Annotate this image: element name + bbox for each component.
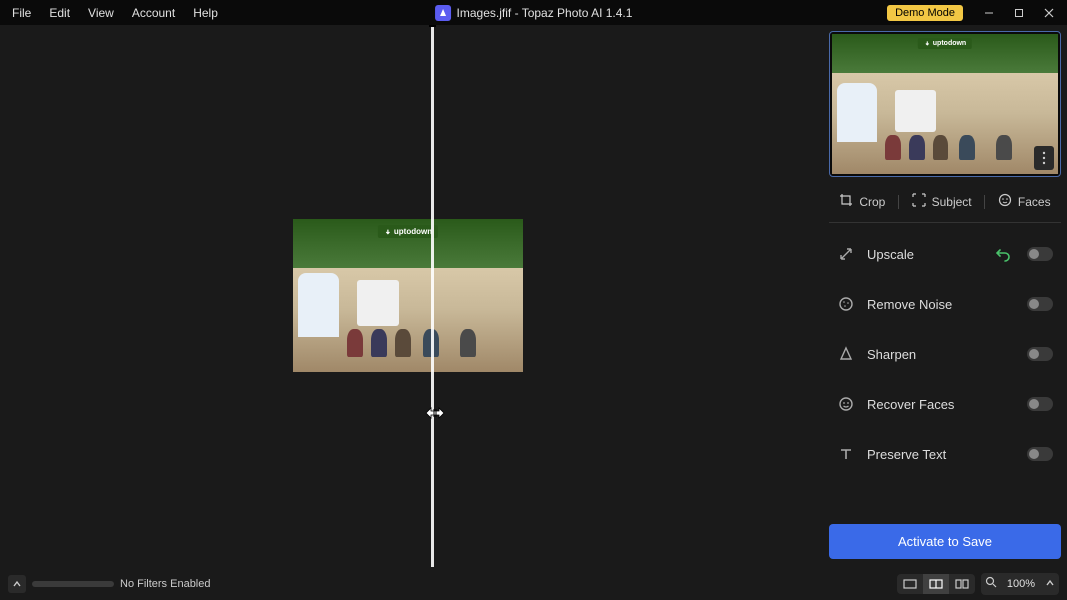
maximize-button[interactable]: [1011, 5, 1027, 21]
title-sep: -: [511, 6, 521, 20]
recover-faces-icon: [837, 395, 855, 413]
tool-tabs: Crop Subject Faces: [829, 187, 1061, 223]
filter-sharpen-label: Sharpen: [867, 347, 1015, 362]
demo-mode-badge: Demo Mode: [887, 5, 963, 21]
filter-remove-noise-label: Remove Noise: [867, 297, 1015, 312]
tab-divider: [898, 195, 899, 209]
filter-preserve-text-label: Preserve Text: [867, 447, 1015, 462]
remove-noise-icon: [837, 295, 855, 313]
titlebar: File Edit View Account Help Images.jfif …: [0, 0, 1067, 25]
canvas-image[interactable]: uptodown: [293, 219, 523, 372]
tab-crop-label: Crop: [859, 195, 885, 209]
tab-faces-label: Faces: [1018, 195, 1051, 209]
toggle-recover-faces[interactable]: [1027, 397, 1053, 411]
filter-sharpen[interactable]: Sharpen: [829, 329, 1061, 379]
tab-faces[interactable]: Faces: [998, 193, 1051, 210]
preview-logo-banner: uptodown: [918, 38, 972, 49]
tab-crop[interactable]: Crop: [839, 193, 885, 210]
title-appname: Topaz Photo AI 1.4.1: [522, 6, 633, 20]
expand-up-button[interactable]: [8, 575, 26, 593]
status-text: No Filters Enabled: [120, 578, 211, 590]
tab-subject-label: Subject: [932, 195, 972, 209]
view-mode-group: [897, 574, 975, 594]
title-filename: Images.jfif: [457, 6, 512, 20]
preview-more-button[interactable]: [1034, 146, 1054, 170]
minimize-button[interactable]: [981, 5, 997, 21]
side-panel: uptodown Crop Subject: [817, 25, 1067, 567]
tab-subject[interactable]: Subject: [912, 193, 972, 210]
menu-file[interactable]: File: [4, 4, 39, 22]
menu-edit[interactable]: Edit: [41, 4, 78, 22]
toggle-preserve-text[interactable]: [1027, 447, 1053, 461]
toggle-upscale[interactable]: [1027, 247, 1053, 261]
zoom-control: 100%: [981, 573, 1059, 595]
image-logo-banner: uptodown: [378, 225, 438, 238]
zoom-chevron-up-icon[interactable]: [1045, 575, 1055, 593]
sharpen-icon: [837, 345, 855, 363]
filter-recover-faces[interactable]: Recover Faces: [829, 379, 1061, 429]
toggle-sharpen[interactable]: [1027, 347, 1053, 361]
window-title: Images.jfif - Topaz Photo AI 1.4.1: [435, 5, 633, 21]
filter-list: Upscale Remove Noise Sharpen: [829, 229, 1061, 524]
filter-recover-faces-label: Recover Faces: [867, 397, 1015, 412]
upscale-icon: [837, 245, 855, 263]
view-split-button[interactable]: [923, 574, 949, 594]
menu-help[interactable]: Help: [185, 4, 226, 22]
toggle-remove-noise[interactable]: [1027, 297, 1053, 311]
close-button[interactable]: [1041, 5, 1057, 21]
zoom-fit-icon[interactable]: [985, 575, 997, 593]
progress-bar: [32, 581, 114, 587]
preview-thumbnail[interactable]: uptodown: [829, 31, 1061, 177]
subject-icon: [912, 193, 926, 210]
filter-preserve-text[interactable]: Preserve Text: [829, 429, 1061, 479]
resize-horizontal-cursor-icon: [425, 403, 445, 423]
canvas-area[interactable]: uptodown: [0, 25, 817, 567]
activate-to-save-button[interactable]: Activate to Save: [829, 524, 1061, 559]
filter-upscale-label: Upscale: [867, 247, 983, 262]
filter-upscale[interactable]: Upscale: [829, 229, 1061, 279]
menu-view[interactable]: View: [80, 4, 122, 22]
view-single-button[interactable]: [897, 574, 923, 594]
tab-divider: [984, 195, 985, 209]
menubar: File Edit View Account Help: [4, 4, 226, 22]
menu-account[interactable]: Account: [124, 4, 183, 22]
preserve-text-icon: [837, 445, 855, 463]
bottom-bar: No Filters Enabled 100%: [0, 567, 1067, 600]
faces-icon: [998, 193, 1012, 210]
view-side-by-side-button[interactable]: [949, 574, 975, 594]
crop-icon: [839, 193, 853, 210]
undo-icon[interactable]: [995, 246, 1011, 262]
filter-remove-noise[interactable]: Remove Noise: [829, 279, 1061, 329]
zoom-level[interactable]: 100%: [1003, 578, 1039, 590]
app-icon: [435, 5, 451, 21]
